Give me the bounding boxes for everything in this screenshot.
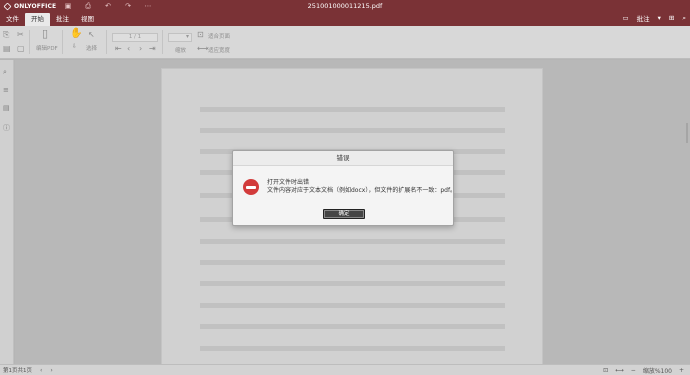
edit-pdf-button[interactable]: 编辑PDF — [36, 44, 58, 52]
brand-name: ONLYOFFICE — [14, 2, 57, 10]
page-number-input[interactable]: 1 / 1 — [112, 33, 158, 42]
text-placeholder-line — [200, 260, 505, 265]
comment-icon[interactable]: ▭ — [622, 14, 628, 22]
fit-width-icon[interactable]: ⟷ — [615, 367, 624, 374]
search-icon[interactable]: ⌕ — [682, 14, 686, 23]
prev-page-icon[interactable]: ‹ — [127, 45, 130, 53]
tab-home[interactable]: 开始 — [25, 13, 50, 26]
comments-button[interactable]: 批注 — [637, 13, 650, 23]
select-tool-button[interactable]: 选择 — [86, 44, 97, 52]
fit-width-button[interactable]: 适应宽度 — [208, 46, 230, 54]
last-page-icon[interactable]: ⇥ — [149, 45, 156, 53]
select-tool-icon[interactable]: ↖ — [88, 31, 95, 39]
save-icon[interactable]: ▣ — [58, 0, 78, 12]
toolbar-divider — [106, 30, 107, 54]
more-icon[interactable]: ⋯ — [138, 0, 158, 12]
error-message-detail: 文件内容对应于文本文档（例如docx），但文件的扩展名不一致：pdf。 — [267, 187, 457, 194]
next-page-icon[interactable]: › — [139, 45, 142, 53]
tab-comments[interactable]: 批注 — [50, 13, 75, 26]
toolbar-divider — [29, 30, 30, 54]
text-placeholder-line — [200, 346, 505, 351]
text-placeholder-line — [200, 303, 505, 308]
comments-panel-icon[interactable]: ≡ — [3, 86, 9, 94]
vertical-scrollbar[interactable] — [686, 123, 688, 143]
ok-button[interactable]: 确定 — [323, 209, 365, 219]
app-logo: ONLYOFFICE — [0, 2, 58, 10]
toolbar: ⎘ ✂ ▤ ▢ ▯ 编辑PDF ✋ ⇩ ↖ 选择 ⇤ ‹ › ⇥ 缩放 ⊡ 适合… — [0, 26, 690, 59]
error-icon — [243, 179, 259, 195]
text-placeholder-line — [200, 239, 505, 244]
error-dialog: 错误 打开文件时出错 文件内容对应于文本文档（例如docx），但文件的扩展名不一… — [232, 150, 457, 226]
chevron-down-icon: ▾ — [185, 33, 189, 40]
text-placeholder-line — [200, 281, 505, 286]
text-placeholder-line — [200, 128, 505, 133]
zoom-label: 缩放 — [175, 48, 187, 54]
open-location-icon[interactable]: ⊞ — [669, 14, 674, 22]
paste-icon[interactable]: ▤ — [3, 45, 11, 53]
hand-tool-down-icon[interactable]: ⇩ — [72, 43, 77, 51]
text-placeholder-line — [200, 324, 505, 329]
status-bar: 第1页共1页 ‹ › ⊡ ⟷ − 缩放%100 + — [0, 364, 690, 375]
prev-page-icon[interactable]: ‹ — [40, 367, 42, 374]
tab-view[interactable]: 视图 — [75, 13, 100, 26]
left-panel: ⌕ ≡ ▤ ⓘ — [0, 60, 14, 364]
copy-icon[interactable]: ⎘ — [3, 31, 9, 39]
undo-icon[interactable]: ↶ — [98, 0, 118, 12]
chevron-down-icon[interactable]: ▾ — [658, 14, 661, 22]
tab-file[interactable]: 文件 — [0, 13, 25, 26]
fit-page-icon[interactable]: ⊡ — [197, 31, 204, 39]
page-info: 第1页共1页 — [3, 368, 32, 374]
onlyoffice-logo-icon — [3, 2, 12, 10]
header-actions: ▭ 批注 ▾ ⊞ ⌕ — [622, 13, 686, 24]
info-icon[interactable]: ⓘ — [3, 123, 10, 133]
zoom-controls: ⊡ ⟷ − 缩放%100 + — [603, 366, 684, 375]
zoom-select[interactable]: ▾ — [168, 33, 192, 42]
first-page-icon[interactable]: ⇤ — [115, 45, 122, 53]
select-all-icon[interactable]: ▢ — [17, 45, 25, 53]
edit-pdf-icon[interactable]: ▯ — [42, 28, 48, 39]
thumbnails-icon[interactable]: ▤ — [3, 104, 10, 112]
fit-page-button[interactable]: 适合页面 — [208, 32, 230, 40]
zoom-level: 缩放%100 — [642, 368, 672, 375]
zoom-out-icon[interactable]: − — [631, 367, 636, 374]
fit-width-icon[interactable]: ⟷ — [197, 45, 208, 53]
dialog-title: 错误 — [233, 151, 453, 166]
next-page-icon[interactable]: › — [50, 367, 52, 374]
zoom-in-icon[interactable]: + — [679, 367, 684, 374]
print-icon[interactable]: ⎙ — [78, 0, 98, 12]
text-placeholder-line — [200, 107, 505, 112]
fit-page-icon[interactable]: ⊡ — [603, 367, 608, 374]
redo-icon[interactable]: ↷ — [118, 0, 138, 12]
toolbar-divider — [162, 30, 163, 54]
toolbar-divider — [62, 30, 63, 54]
cut-icon[interactable]: ✂ — [17, 31, 24, 39]
title-bar: ONLYOFFICE ▣ ⎙ ↶ ↷ ⋯ 251001000011215.pdf — [0, 0, 690, 12]
search-icon[interactable]: ⌕ — [3, 68, 7, 77]
hand-tool-icon[interactable]: ✋ — [70, 29, 82, 39]
tab-bar: 文件 开始 批注 视图 ▭ 批注 ▾ ⊞ ⌕ — [0, 12, 690, 26]
